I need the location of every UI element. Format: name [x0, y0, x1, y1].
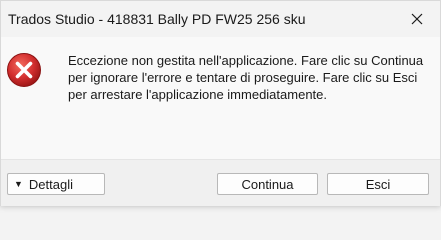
window-title: Trados Studio - 418831 Bally PD FW25 256…	[8, 11, 306, 27]
continue-button[interactable]: Continua	[217, 173, 318, 195]
close-button[interactable]	[394, 1, 440, 37]
error-dialog: Trados Studio - 418831 Bally PD FW25 256…	[0, 0, 441, 206]
close-icon	[411, 13, 423, 25]
exit-button-label: Esci	[365, 176, 391, 192]
exit-button[interactable]: Esci	[327, 173, 429, 195]
title-bar: Trados Studio - 418831 Bally PD FW25 256…	[1, 1, 440, 37]
details-button[interactable]: ▼ Dettagli	[7, 173, 105, 195]
dialog-content: Eccezione non gestita nell'applicazione.…	[1, 37, 440, 159]
details-button-label: Dettagli	[28, 176, 73, 192]
continue-button-label: Continua	[241, 176, 294, 192]
chevron-down-icon: ▼	[14, 178, 23, 189]
error-message: Eccezione non gestita nell'applicazione.…	[68, 53, 424, 102]
dialog-footer: ▼ Dettagli Continua Esci	[1, 159, 440, 206]
error-icon	[7, 53, 41, 87]
